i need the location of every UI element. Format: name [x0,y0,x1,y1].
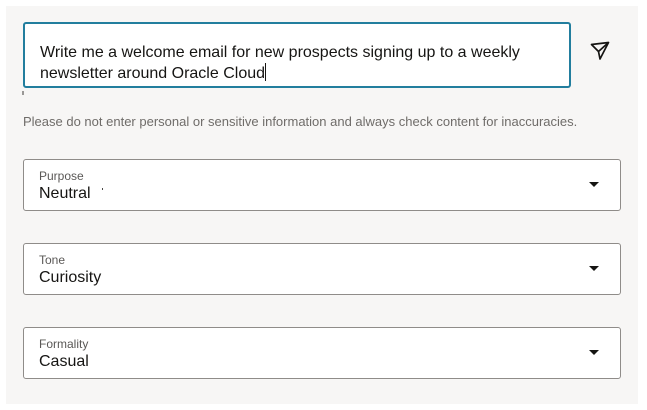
text-caret [265,63,267,81]
formality-label: Formality [39,337,89,351]
tone-value: Curiosity [39,269,102,286]
focus-indicator [22,91,24,95]
formality-value: Casual [39,353,89,370]
tone-select[interactable]: Tone Curiosity [23,243,621,295]
purpose-select[interactable]: Purpose Neutral [23,159,621,211]
tone-label: Tone [39,253,66,267]
chevron-down-icon [589,350,599,355]
prompt-input[interactable]: Write me a welcome email for new prospec… [23,22,571,88]
selection-artifact [102,188,103,190]
purpose-label: Purpose [39,169,84,183]
chevron-down-icon [589,266,599,271]
disclaimer-text: Please do not enter personal or sensitiv… [23,114,578,129]
chevron-down-icon [589,182,599,187]
formality-select[interactable]: Formality Casual [23,327,621,379]
send-button[interactable] [587,38,613,64]
prompt-text[interactable]: Write me a welcome email for new prospec… [40,44,520,82]
send-icon [590,41,610,60]
purpose-value: Neutral [39,185,91,202]
